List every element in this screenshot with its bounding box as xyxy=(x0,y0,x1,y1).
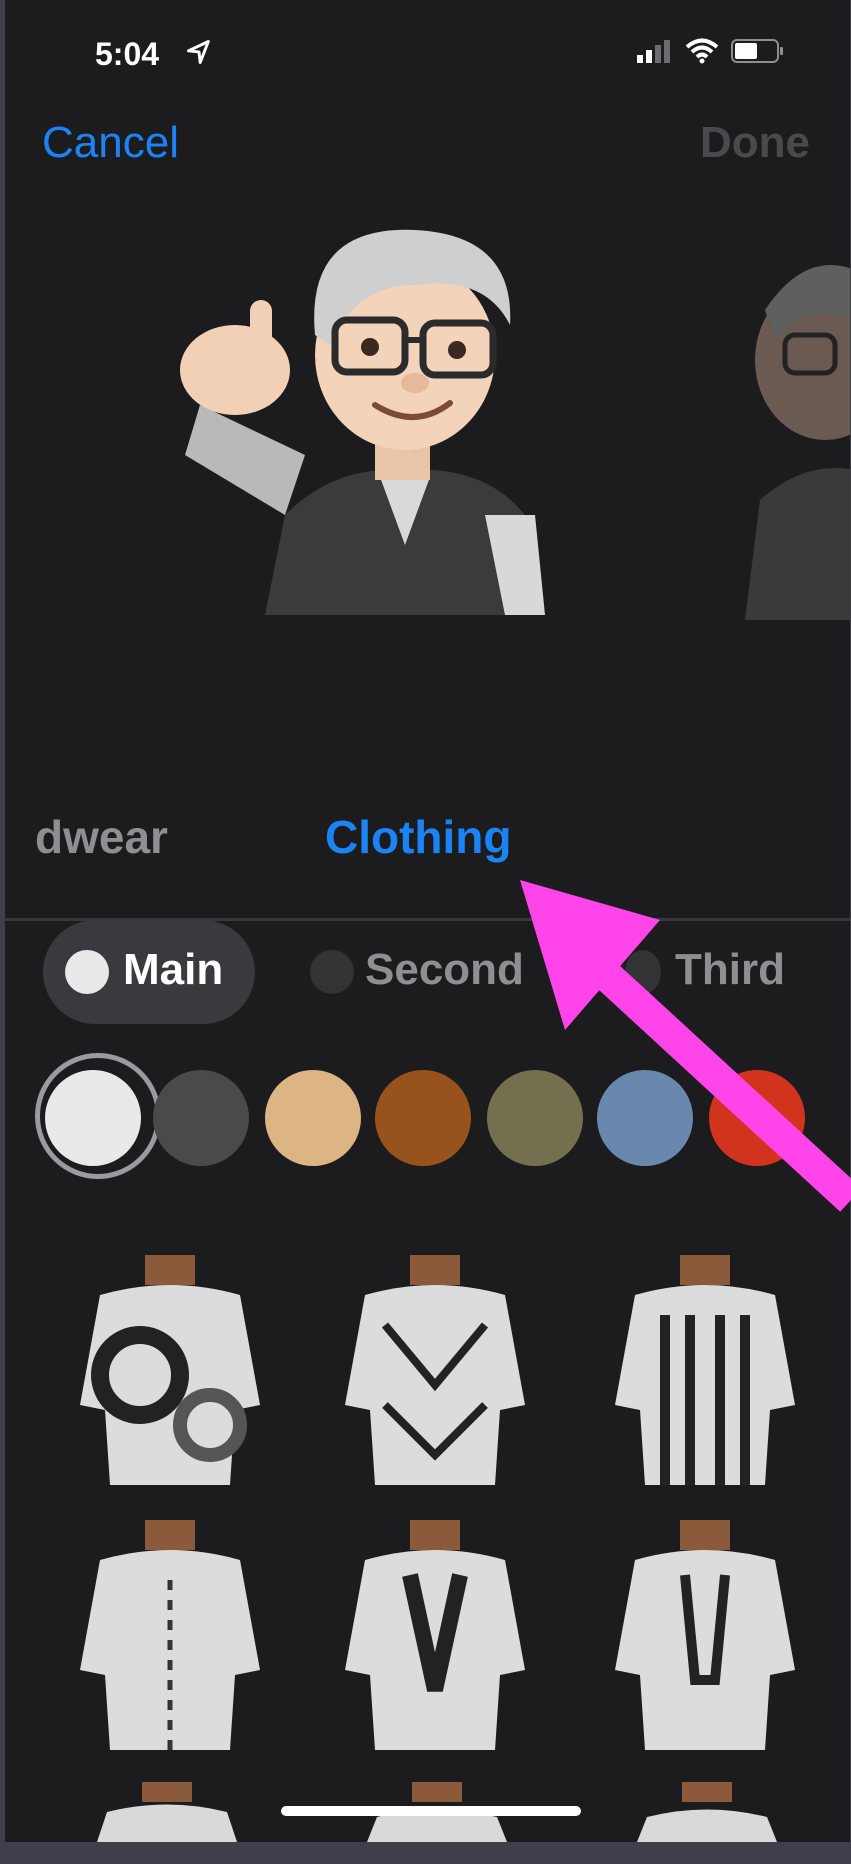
done-button[interactable]: Done xyxy=(700,118,810,168)
color-swatch[interactable] xyxy=(597,1070,693,1166)
color-swatch[interactable] xyxy=(45,1070,141,1166)
memoji-avatar-next-preview xyxy=(745,265,850,620)
outfit-option[interactable] xyxy=(325,1520,545,1750)
status-time: 5:04 xyxy=(95,36,160,72)
color-swatch[interactable] xyxy=(487,1070,583,1166)
color-swatch[interactable] xyxy=(709,1070,805,1166)
cellular-signal-icon xyxy=(637,40,670,63)
clothing-kaftan-icon xyxy=(615,1520,795,1750)
clothing-hooded-robe-icon xyxy=(80,1520,260,1750)
outfit-option[interactable] xyxy=(60,1255,280,1485)
memoji-avatar-preview xyxy=(180,229,545,615)
color-slot-main-label: Main xyxy=(123,945,224,994)
category-tab-strip: dwear Clothing xyxy=(5,800,850,880)
clothing-patterned-dress-icon xyxy=(80,1255,260,1485)
outfit-option[interactable] xyxy=(325,1255,545,1485)
color-slot-third[interactable]: Third xyxy=(675,945,785,995)
color-swatch[interactable] xyxy=(265,1070,361,1166)
home-indicator[interactable] xyxy=(281,1806,581,1816)
tab-headwear[interactable]: dwear xyxy=(35,810,168,864)
second-color-dot-icon[interactable] xyxy=(310,950,354,994)
color-swatch[interactable] xyxy=(375,1070,471,1166)
location-arrow-icon xyxy=(187,40,210,64)
main-color-dot-icon xyxy=(65,950,109,994)
clothing-lattice-tunic-icon xyxy=(345,1255,525,1485)
battery-icon xyxy=(731,39,783,63)
cancel-button[interactable]: Cancel xyxy=(42,118,179,168)
wifi-icon xyxy=(685,38,719,64)
color-swatch[interactable] xyxy=(153,1070,249,1166)
clothing-striped-dress-icon xyxy=(615,1255,795,1485)
status-indicators xyxy=(637,38,785,64)
color-slot-second[interactable]: Second xyxy=(365,945,524,995)
outfit-option[interactable] xyxy=(60,1520,280,1750)
tab-clothing[interactable]: Clothing xyxy=(325,810,512,864)
memoji-editor-screen: 5:04 Cancel Done dwear Clothing Main Sec… xyxy=(5,0,850,1842)
third-color-dot-icon[interactable] xyxy=(625,950,661,994)
clothing-dashiki-icon xyxy=(345,1520,525,1750)
outfit-option[interactable] xyxy=(595,1255,815,1485)
outfit-option[interactable] xyxy=(595,1520,815,1750)
